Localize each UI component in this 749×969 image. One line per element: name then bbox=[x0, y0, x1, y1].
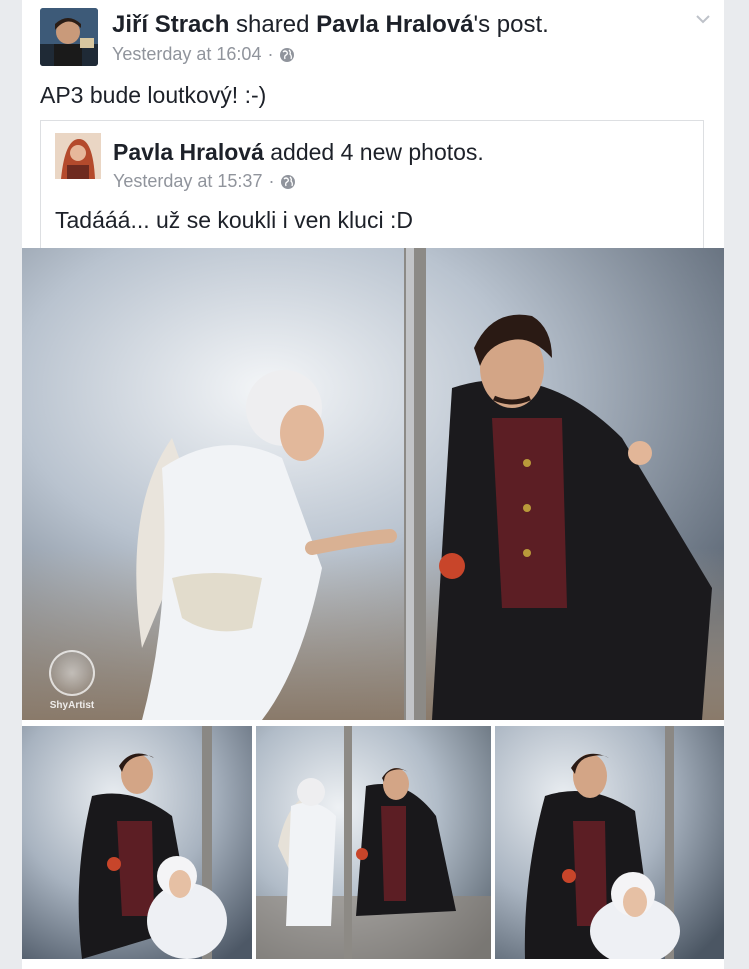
shared-post: Pavla Hralová added 4 new photos. Yester… bbox=[40, 120, 704, 248]
post-meta: Yesterday at 16:04 · bbox=[112, 44, 295, 65]
globe-icon[interactable] bbox=[280, 174, 296, 190]
post-header: Jiří Strach shared Pavla Hralová's post. bbox=[112, 10, 549, 40]
share-action-text: shared bbox=[229, 11, 317, 38]
watermark-logo: ShyArtist bbox=[42, 650, 102, 711]
shared-meta-separator: · bbox=[268, 171, 275, 191]
shared-timestamp[interactable]: Yesterday at 15:37 bbox=[113, 171, 262, 192]
meta-separator: · bbox=[267, 44, 274, 64]
shared-meta: Yesterday at 15:37 · bbox=[113, 171, 296, 192]
watermark-emblem bbox=[49, 650, 95, 696]
shared-action-text: added 4 new photos. bbox=[263, 139, 484, 165]
photo-thumb-2[interactable] bbox=[256, 726, 491, 959]
shared-message: Tadááá... už se koukli i ven kluci :D bbox=[55, 207, 413, 233]
photo-thumb-3[interactable] bbox=[495, 726, 724, 959]
post-timestamp[interactable]: Yesterday at 16:04 bbox=[112, 44, 261, 65]
photo-thumb-1[interactable] bbox=[22, 726, 252, 959]
shared-header: Pavla Hralová added 4 new photos. bbox=[113, 137, 484, 167]
shared-author-link[interactable]: Pavla Hralová bbox=[113, 139, 264, 165]
post-message: AP3 bude loutkový! :-) bbox=[40, 82, 267, 108]
globe-icon[interactable] bbox=[279, 47, 295, 63]
author-name-link[interactable]: Jiří Strach bbox=[112, 11, 229, 38]
chevron-down-icon[interactable] bbox=[694, 12, 712, 26]
shared-author-avatar[interactable] bbox=[55, 133, 101, 179]
share-action-end: 's post. bbox=[473, 11, 549, 38]
watermark-text: ShyArtist bbox=[49, 700, 95, 711]
shared-from-link[interactable]: Pavla Hralová bbox=[316, 11, 473, 38]
author-avatar[interactable] bbox=[40, 8, 98, 66]
photo-main[interactable] bbox=[22, 248, 724, 720]
